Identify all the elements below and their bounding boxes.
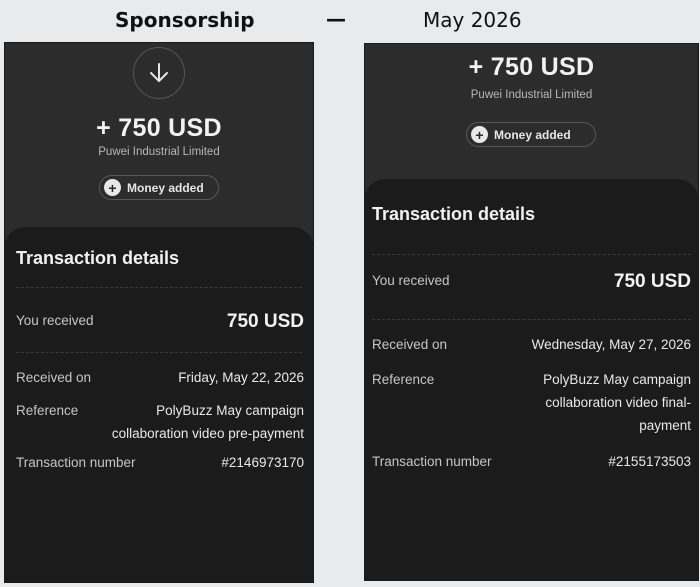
- arrow-down-icon: [133, 47, 185, 99]
- header-date: May 2026: [423, 8, 522, 32]
- receipt-screenshot-left: + 750 USD Puwei Industrial Limited + Mon…: [4, 42, 314, 583]
- transaction-details-card: Transaction details You received 750 USD…: [4, 227, 314, 583]
- money-added-label: Money added: [127, 180, 204, 195]
- header-title: Sponsorship: [115, 8, 255, 32]
- received-on-value: Wednesday, May 27, 2026: [531, 337, 691, 352]
- received-on-label: Received on: [372, 337, 448, 352]
- money-added-badge[interactable]: + Money added: [466, 122, 596, 147]
- you-received-label: You received: [372, 273, 450, 288]
- amount-text: + 750 USD: [96, 114, 222, 142]
- you-received-label: You received: [16, 313, 94, 328]
- transaction-number-label: Transaction number: [372, 454, 492, 469]
- reference-label: Reference: [16, 403, 79, 418]
- company-name: Puwei Industrial Limited: [470, 89, 593, 101]
- company-name: Puwei Industrial Limited: [98, 146, 220, 158]
- page-header: Sponsorship — May 2026: [0, 0, 700, 40]
- received-on-value: Friday, May 22, 2026: [178, 370, 304, 385]
- transaction-number-value: #2155173503: [608, 454, 691, 469]
- amount-text: + 750 USD: [468, 53, 595, 81]
- card-title: Transaction details: [16, 248, 180, 268]
- divider: [372, 319, 691, 320]
- reference-label: Reference: [372, 372, 435, 387]
- you-received-value: 750 USD: [613, 271, 691, 292]
- reference-value: PolyBuzz May campaign collaboration vide…: [111, 403, 304, 441]
- card-title: Transaction details: [372, 204, 536, 224]
- divider: [372, 254, 691, 255]
- transaction-number-value: #2146973170: [221, 455, 304, 470]
- plus-icon: +: [104, 179, 121, 196]
- transaction-number-label: Transaction number: [16, 455, 136, 470]
- reference-value: PolyBuzz May campaign collaboration vide…: [543, 372, 691, 433]
- header-dash: —: [326, 7, 346, 31]
- received-on-label: Received on: [16, 370, 92, 385]
- divider: [16, 352, 302, 353]
- you-received-value: 750 USD: [226, 311, 304, 332]
- plus-icon: +: [471, 126, 488, 143]
- money-added-label: Money added: [494, 127, 571, 142]
- divider: [16, 287, 302, 288]
- transaction-details-card: Transaction details You received 750 USD…: [364, 179, 699, 581]
- receipt-screenshot-right: + 750 USD Puwei Industrial Limited + Mon…: [364, 43, 699, 581]
- money-added-badge[interactable]: + Money added: [99, 175, 219, 200]
